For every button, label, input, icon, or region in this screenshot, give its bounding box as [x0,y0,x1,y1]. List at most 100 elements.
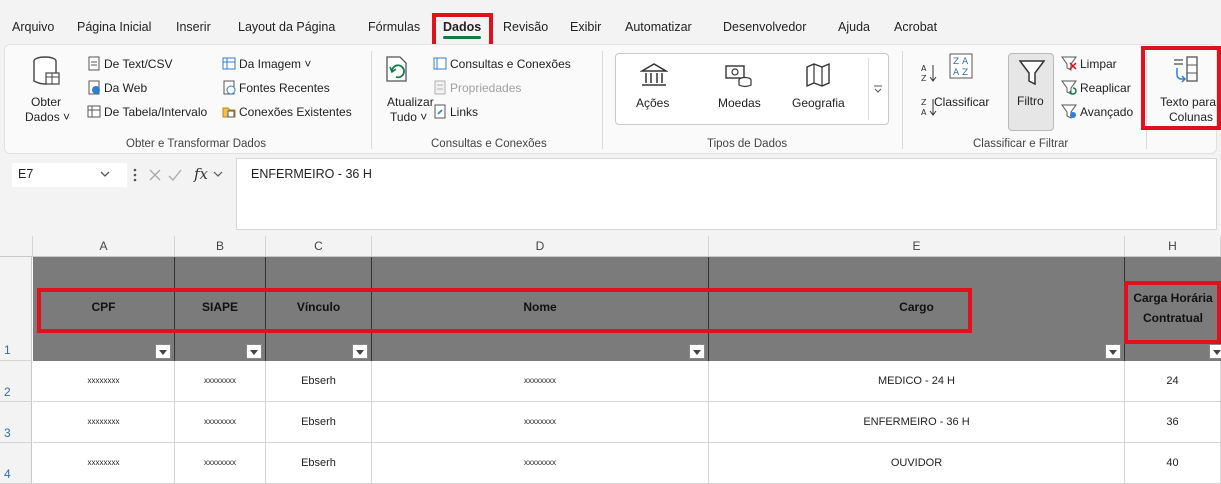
cell-d3[interactable]: xxxxxxxx [372,402,709,443]
row-header-1[interactable]: 1 [0,257,32,361]
de-tabela-button[interactable]: De Tabela/Intervalo [104,105,207,119]
header-label: Vínculo [296,300,341,314]
consultas-conexoes-button[interactable]: Consultas e Conexões [450,57,571,71]
cell-b3[interactable]: xxxxxxxx [175,402,266,443]
name-box-value: E7 [18,167,34,181]
column-header-c[interactable]: C [266,236,372,257]
tab-layout[interactable]: Layout da Página [238,20,335,34]
avancado-button[interactable]: Avançado [1080,105,1133,119]
header-label: Nome [523,300,557,314]
header-cell-cpf[interactable]: CPF [33,257,175,361]
cell-d4[interactable]: xxxxxxxx [372,443,709,484]
filter-dropdown-button[interactable] [352,344,368,359]
cell-b2[interactable]: xxxxxxxx [175,361,266,402]
filter-dropdown-button[interactable] [246,344,262,359]
cell-c2[interactable]: Ebserh [266,361,372,402]
column-header-b[interactable]: B [175,236,266,257]
cell-c3[interactable]: Ebserh [266,402,372,443]
refresh-all-icon [386,56,407,82]
cell-h3[interactable]: 36 [1125,402,1221,443]
more-options-icon[interactable] [132,167,138,183]
classificar-button[interactable]: Classificar [934,95,989,109]
geografia-button[interactable]: Geografia [792,96,845,110]
tab-exibir[interactable]: Exibir [570,20,601,34]
header-cell-carga-horaria[interactable]: Carga Horária Contratual [1125,257,1221,361]
links-button[interactable]: Links [450,105,478,119]
gallery-more-button[interactable] [868,58,886,120]
row-header-2[interactable]: 2 [0,361,32,402]
cell-e4[interactable]: OUVIDOR [709,443,1125,484]
tab-ajuda[interactable]: Ajuda [838,20,870,34]
tab-dados[interactable]: Dados [443,20,482,39]
obter-dados-dropdown[interactable]: Dados ˅ [25,110,70,124]
atualizar-tudo-button[interactable]: Atualizar [387,95,434,109]
svg-text:A: A [953,68,960,78]
acoes-button[interactable]: Ações [636,96,669,110]
header-cell-siape[interactable]: SIAPE [175,257,266,361]
moedas-button[interactable]: Moedas [718,96,761,110]
svg-text:Z: Z [921,74,927,83]
da-web-button[interactable]: Da Web [104,81,147,95]
tab-formulas[interactable]: Fórmulas [368,20,420,34]
cell-b4[interactable]: xxxxxxxx [175,443,266,484]
enter-check-icon[interactable] [168,168,182,182]
row-header-4[interactable]: 4 [0,443,32,484]
formula-text: ENFERMEIRO - 36 H [251,167,372,181]
formula-input[interactable]: ENFERMEIRO - 36 H [236,158,1217,230]
cell-d2[interactable]: xxxxxxxx [372,361,709,402]
svg-text:Z: Z [962,68,968,78]
cell-a2[interactable]: xxxxxxxx [33,361,175,402]
filter-dropdown-button[interactable] [1105,344,1121,359]
advanced-filter-icon [1061,104,1077,119]
texto-para-colunas-button[interactable]: Texto para [1160,95,1216,109]
database-icon [33,56,60,85]
filter-dropdown-button[interactable] [1209,344,1221,359]
tab-desenvolvedor[interactable]: Desenvolvedor [723,20,806,34]
obter-dados-button[interactable]: Obter [31,95,61,109]
row-header-3[interactable]: 3 [0,402,32,443]
filter-dropdown-button[interactable] [155,344,171,359]
tab-pagina-inicial[interactable]: Página Inicial [77,20,151,34]
chevron-down-icon[interactable] [100,171,110,179]
chevron-down-icon [874,85,882,93]
header-cell-nome[interactable]: Nome [372,257,709,361]
tab-inserir[interactable]: Inserir [176,20,211,34]
tab-revisao[interactable]: Revisão [503,20,548,34]
da-imagem-button[interactable]: Da Imagem ˅ [239,57,311,71]
column-header-h[interactable]: H [1125,236,1221,257]
header-cell-cargo[interactable]: Cargo [709,257,1125,361]
column-header-d[interactable]: D [372,236,709,257]
cell-a4[interactable]: xxxxxxxx [33,443,175,484]
tab-acrobat[interactable]: Acrobat [894,20,937,34]
cancel-icon[interactable] [148,168,162,182]
cell-e2[interactable]: MEDICO - 24 H [709,361,1125,402]
cell-c4[interactable]: Ebserh [266,443,372,484]
column-header-a[interactable]: A [33,236,175,257]
reaplicar-button[interactable]: Reaplicar [1080,81,1131,95]
filter-dropdown-button[interactable] [689,344,705,359]
filter-funnel-icon [1018,60,1046,86]
cell-h2[interactable]: 24 [1125,361,1221,402]
reapply-icon [1061,80,1077,95]
cell-a3[interactable]: xxxxxxxx [33,402,175,443]
clear-filter-icon [1061,56,1077,71]
tab-automatizar[interactable]: Automatizar [625,20,692,34]
table-range-icon [87,105,101,118]
fontes-recentes-button[interactable]: Fontes Recentes [239,81,330,95]
currency-icon [725,65,752,88]
group-label-obter: Obter e Transformar Dados [126,138,266,150]
insert-function-icon[interactable]: fx [192,164,226,184]
conexoes-existentes-button[interactable]: Conexões Existentes [239,105,352,119]
atualizar-tudo-dropdown[interactable]: Tudo ˅ [390,110,427,124]
tab-arquivo[interactable]: Arquivo [12,20,54,34]
header-cell-vinculo[interactable]: Vínculo [266,257,372,361]
limpar-button[interactable]: Limpar [1080,57,1117,71]
select-all-corner[interactable] [0,236,33,257]
filtro-button[interactable]: Filtro [1008,53,1054,131]
atualizar-label: Atualizar [387,95,434,109]
cell-h4[interactable]: 40 [1125,443,1221,484]
de-text-csv-button[interactable]: De Text/CSV [104,57,172,71]
column-header-e[interactable]: E [709,236,1125,257]
propriedades-button[interactable]: Propriedades [450,81,521,95]
cell-e3[interactable]: ENFERMEIRO - 36 H [709,402,1125,443]
